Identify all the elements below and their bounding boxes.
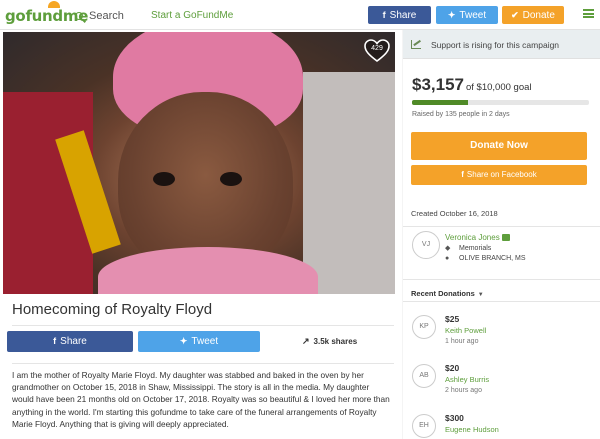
- start-gofundme-link[interactable]: Start a GoFundMe: [151, 10, 233, 21]
- logo-sun-icon: [48, 1, 60, 8]
- email-verified-icon: [501, 234, 510, 241]
- twitter-icon: ✦: [447, 10, 456, 20]
- organizer-location: ● OLIVE BRANCH, MS: [445, 255, 526, 262]
- nav-share-label: Share: [389, 10, 417, 21]
- chevron-down-icon: ▼: [477, 292, 484, 298]
- donation-time: 1 hour ago: [445, 338, 479, 345]
- nav-share-button[interactable]: f Share: [368, 6, 431, 24]
- trending-icon: ↗: [302, 336, 310, 346]
- tweet-button[interactable]: ✦ Tweet: [138, 331, 260, 352]
- facebook-icon: f: [382, 10, 386, 20]
- donor-avatar: AB: [412, 364, 436, 388]
- top-nav: gofundme Search Start a GoFundMe f Share …: [0, 0, 600, 30]
- share-count-text: 3.5k shares: [313, 337, 358, 346]
- tweet-label: Tweet: [191, 336, 219, 347]
- organizer-avatar: VJ: [412, 231, 440, 259]
- created-date: Created October 16, 2018: [411, 209, 498, 218]
- progress-fill: [412, 100, 468, 105]
- share-facebook-label: Share on Facebook: [466, 170, 537, 179]
- search-link[interactable]: Search: [75, 10, 124, 22]
- divider: [403, 301, 600, 302]
- nav-donate-button[interactable]: ✔ Donate: [502, 6, 564, 24]
- donation-time: 2 hours ago: [445, 387, 482, 394]
- photo-eye-right: [220, 172, 242, 186]
- category-text: Memorials: [459, 245, 492, 252]
- location-pin-icon: ●: [445, 255, 450, 262]
- amount-raised: $3,157 of $10,000 goal: [412, 75, 532, 95]
- organizer-name-link[interactable]: Veronica Jones: [445, 233, 510, 242]
- share-button[interactable]: f Share: [7, 331, 133, 352]
- heart-button[interactable]: 429: [364, 39, 390, 63]
- check-icon: ✔: [511, 10, 519, 20]
- donor-avatar: EH: [412, 414, 436, 438]
- share-facebook-button[interactable]: f Share on Facebook: [411, 165, 587, 185]
- divider: [403, 226, 600, 227]
- rising-text: Support is rising for this campaign: [431, 40, 560, 50]
- photo-seat-right: [303, 72, 395, 294]
- nav-tweet-label: Tweet: [459, 10, 487, 21]
- location-text: OLIVE BRANCH, MS: [459, 255, 526, 262]
- nav-donate-label: Donate: [522, 10, 555, 21]
- recent-donations-toggle[interactable]: Recent Donations ▼: [411, 289, 484, 298]
- photo-eye-left: [153, 172, 175, 186]
- donation-amount: $300: [445, 413, 464, 423]
- trending-chart-icon: [411, 40, 421, 49]
- photo-shirt: [98, 247, 318, 294]
- donor-avatar: KP: [412, 315, 436, 339]
- nav-tweet-button[interactable]: ✦ Tweet: [436, 6, 498, 24]
- facebook-icon: f: [461, 170, 464, 179]
- campaign-title: Homecoming of Royalty Floyd: [12, 301, 213, 318]
- goal-text: of $10,000 goal: [466, 82, 532, 93]
- twitter-icon: ✦: [179, 336, 188, 346]
- divider: [12, 363, 394, 364]
- campaign-main: 429 Homecoming of Royalty Floyd f Share ✦…: [0, 30, 402, 439]
- search-label: Search: [89, 10, 124, 22]
- donation-amount: $20: [445, 363, 460, 373]
- donation-amount: $25: [445, 314, 460, 324]
- divider: [403, 279, 600, 280]
- heart-count: 429: [371, 45, 383, 52]
- donor-name: Eugene Hudson: [445, 425, 499, 434]
- raised-by-text: Raised by 135 people in 2 days: [412, 111, 510, 118]
- tag-icon: ◆: [445, 245, 451, 252]
- donor-name: Keith Powell: [445, 326, 487, 335]
- campaign-story: I am the mother of Royalty Marie Floyd. …: [12, 370, 390, 429]
- share-label: Share: [60, 336, 87, 347]
- donor-name: Ashley Burris: [445, 375, 490, 384]
- search-icon: [75, 12, 83, 20]
- organizer-name: Veronica Jones: [445, 233, 500, 242]
- menu-icon[interactable]: [583, 9, 594, 18]
- campaign-photo: 429: [3, 32, 395, 294]
- rising-banner: Support is rising for this campaign: [403, 30, 600, 59]
- progress-bar: [412, 100, 589, 105]
- organizer-category: ◆ Memorials: [445, 244, 491, 252]
- recent-donations-label: Recent Donations: [411, 289, 475, 298]
- divider: [12, 325, 394, 326]
- donation-sidebar: Support is rising for this campaign $3,1…: [403, 30, 600, 439]
- facebook-icon: f: [53, 336, 57, 346]
- raised-amount: $3,157: [412, 75, 464, 94]
- donate-now-button[interactable]: Donate Now: [411, 132, 587, 160]
- share-count: ↗ 3.5k shares: [302, 336, 357, 347]
